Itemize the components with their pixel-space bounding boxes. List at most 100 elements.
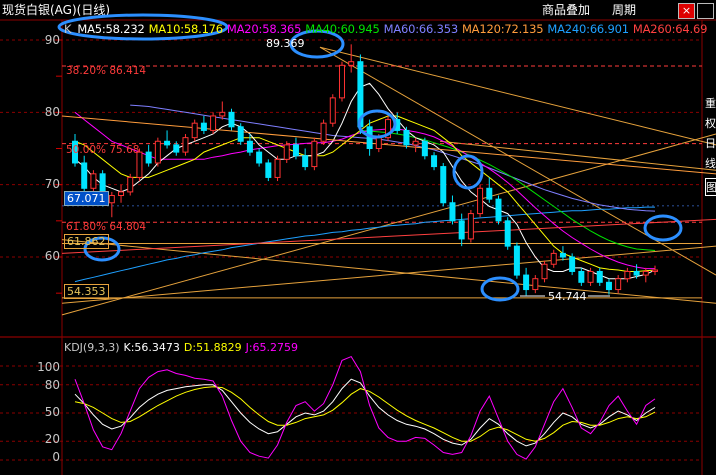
candle-body bbox=[329, 97, 336, 124]
chart-window: 现货白银(AG)(日线) 商品叠加 周期 × K MA5:58.232 MA10:5… bbox=[0, 0, 716, 475]
candlesticks bbox=[72, 44, 658, 296]
candle-body bbox=[652, 269, 658, 272]
candle-body bbox=[154, 140, 161, 164]
candle-body bbox=[274, 158, 281, 178]
candle-body bbox=[421, 140, 428, 157]
candle-body bbox=[615, 278, 622, 291]
kdj-tick: 100 bbox=[37, 360, 60, 374]
candle-body bbox=[449, 202, 456, 222]
ma-legend-item: MA260:64.69 bbox=[632, 22, 708, 36]
kdj-tick: 0 bbox=[52, 450, 60, 464]
trend-line bbox=[61, 239, 716, 304]
kdj-j-line bbox=[74, 355, 656, 460]
price-tick: 90 bbox=[44, 33, 60, 47]
kdj-tick: 50 bbox=[44, 405, 60, 419]
fib-38-label: 38.20% 86.414 bbox=[66, 65, 147, 77]
candle-body bbox=[320, 122, 327, 142]
candle-body bbox=[210, 115, 217, 131]
candle-body bbox=[431, 155, 438, 168]
trend-lines bbox=[61, 46, 716, 316]
candle-body bbox=[440, 166, 447, 204]
candle-body bbox=[118, 191, 125, 197]
candle-body bbox=[550, 252, 557, 265]
candle-body bbox=[237, 126, 244, 142]
ma-legend-item: MA120:72.135 bbox=[461, 22, 544, 36]
candle-body bbox=[292, 144, 299, 157]
trend-line bbox=[319, 46, 716, 276]
price-tick: 70 bbox=[44, 177, 60, 191]
price-tick: 60 bbox=[44, 249, 60, 263]
candle-body bbox=[256, 151, 263, 164]
candle-body bbox=[191, 122, 198, 139]
level-61-tag: 61.862 bbox=[64, 234, 109, 249]
highlight-ellipse bbox=[480, 276, 520, 302]
candle-body bbox=[200, 122, 207, 131]
right-glyph: 日 bbox=[705, 137, 716, 150]
candle-body bbox=[81, 162, 88, 189]
highlight-ellipse bbox=[643, 214, 683, 242]
ma-legend-item: MA10:58.176 bbox=[148, 22, 224, 36]
candle-body bbox=[642, 270, 649, 276]
ma-legend-item: MA60:66.353 bbox=[383, 22, 459, 36]
candle-body bbox=[145, 151, 152, 164]
candle-body bbox=[127, 176, 134, 193]
kdj-legend-item: D:51.8829 bbox=[183, 341, 242, 354]
kdj-tick: 80 bbox=[44, 378, 60, 392]
candle-body bbox=[228, 111, 235, 128]
candle-body bbox=[513, 245, 520, 276]
kdj-legend: KDJ(9,3,3) K:56.3473 D:51.8829 J:65.2759 bbox=[64, 340, 302, 355]
candle-body bbox=[523, 274, 530, 291]
candle-body bbox=[246, 140, 253, 153]
ma240-line bbox=[74, 206, 655, 283]
right-glyph[interactable]: 图 bbox=[705, 178, 716, 196]
kdj-lines bbox=[74, 355, 656, 460]
candle-body bbox=[633, 270, 640, 276]
scroll-symbol: K bbox=[64, 22, 72, 36]
kdj-legend-item: K:56.3473 bbox=[123, 341, 180, 354]
candle-body bbox=[504, 220, 511, 247]
ma-legend-item: MA40:60.945 bbox=[305, 22, 380, 36]
candle-body bbox=[587, 270, 594, 283]
candle-body bbox=[173, 144, 180, 153]
candle-body bbox=[108, 195, 115, 204]
candle-body bbox=[219, 111, 226, 117]
candle-body bbox=[495, 198, 502, 222]
candle-body bbox=[311, 140, 318, 168]
candle-body bbox=[467, 213, 474, 240]
candle-body bbox=[477, 187, 484, 215]
candle-body bbox=[578, 270, 585, 283]
ma-legend: K MA5:58.232 MA10:58.176 MA20:58.365 MA40:60… bbox=[64, 21, 711, 37]
candle-body bbox=[348, 61, 355, 66]
kdj-d-line bbox=[74, 386, 656, 442]
ma-legend-item: MA240:66.901 bbox=[547, 22, 629, 36]
candle-body bbox=[605, 281, 612, 291]
trend-line bbox=[61, 245, 716, 304]
candle-body bbox=[541, 263, 548, 280]
candle-body bbox=[532, 278, 539, 291]
candle-body bbox=[403, 129, 410, 146]
ma-legend-item: MA5:58.232 bbox=[77, 22, 145, 36]
level-54-tag: 54.353 bbox=[64, 284, 109, 299]
high-label: 89.369 bbox=[266, 37, 305, 50]
kdj-legend-item: KDJ(9,3,3) bbox=[64, 341, 120, 354]
candle-body bbox=[412, 140, 419, 146]
right-glyph: 权 bbox=[705, 117, 716, 130]
candle-body bbox=[164, 140, 171, 146]
ma-legend-item: MA20:58.365 bbox=[226, 22, 302, 36]
candle-body bbox=[182, 137, 189, 153]
fib-50-label: 50.00% 75.68 bbox=[66, 144, 140, 156]
kdj-tick: 20 bbox=[44, 432, 60, 446]
price-tick: 80 bbox=[44, 105, 60, 119]
candle-body bbox=[283, 144, 290, 160]
low-label: 54.744 bbox=[548, 290, 587, 303]
candle-body bbox=[302, 155, 309, 168]
candle-body bbox=[559, 252, 566, 258]
fib-618-label: 61.80% 64.804 bbox=[66, 221, 147, 233]
candle-body bbox=[486, 187, 493, 200]
candle-body bbox=[90, 173, 97, 189]
horizontal-levels bbox=[62, 65, 702, 299]
right-glyph: 重 bbox=[705, 97, 716, 110]
candle-body bbox=[265, 162, 272, 178]
right-glyph: 线 bbox=[705, 157, 716, 170]
kdj-legend-item: J:65.2759 bbox=[245, 341, 299, 354]
